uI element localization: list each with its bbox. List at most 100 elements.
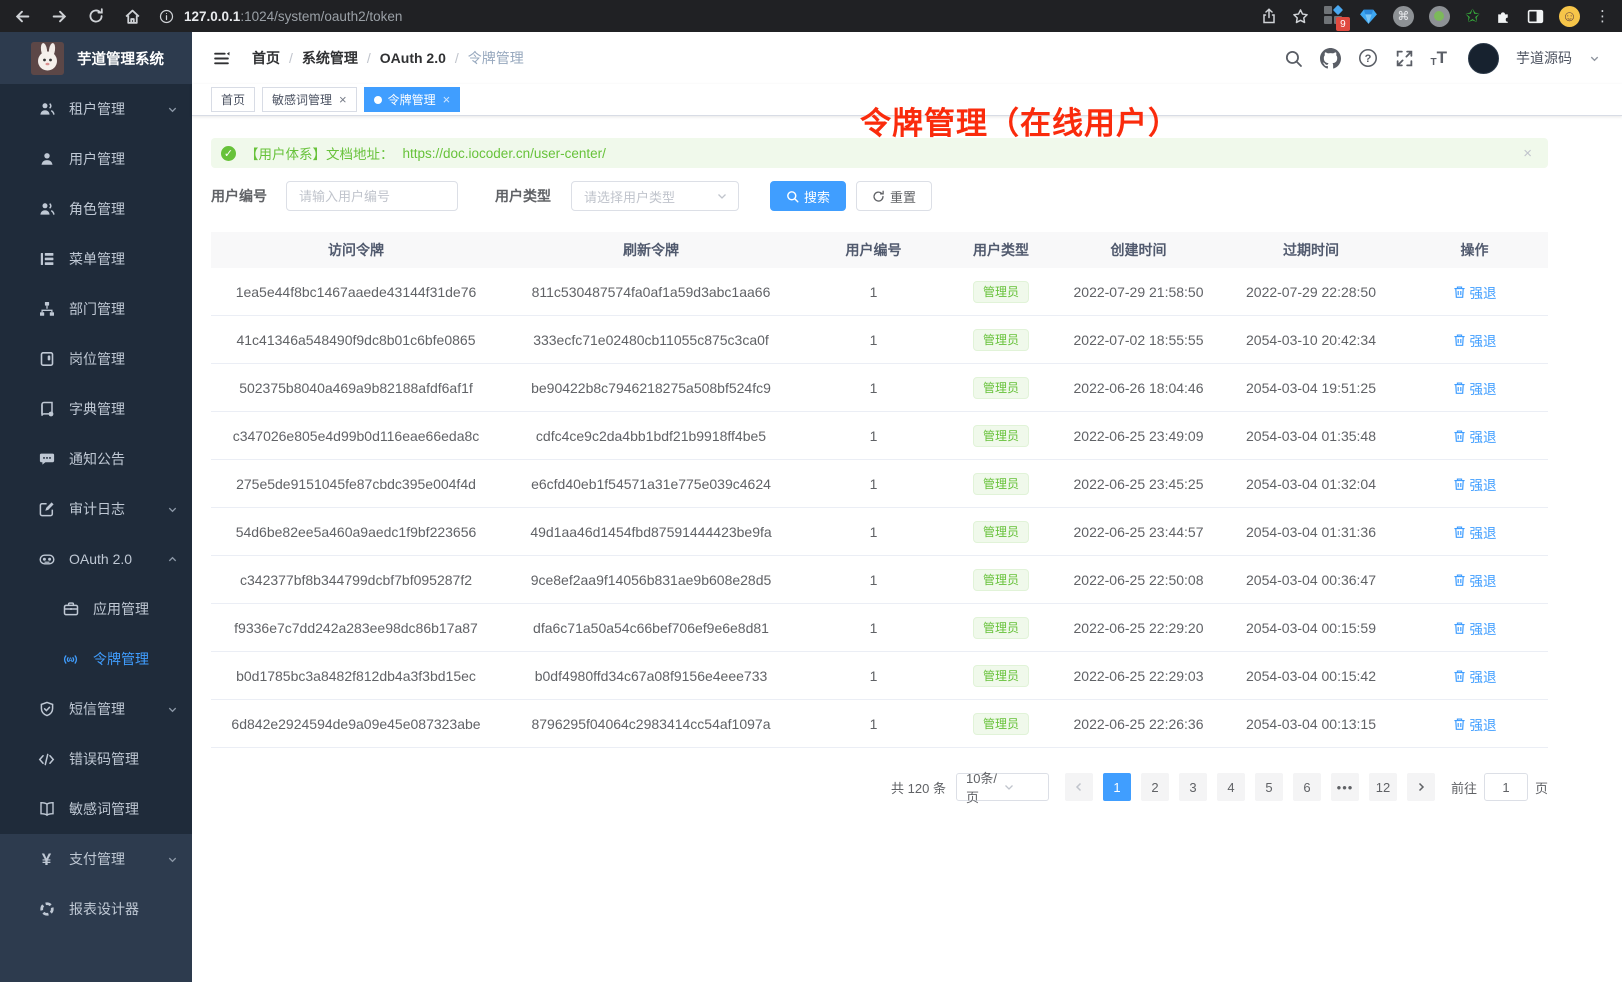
command-extension-icon[interactable]: ⌘	[1393, 6, 1414, 27]
bookmark-star-icon[interactable]	[1292, 8, 1309, 25]
page-button-6[interactable]: 6	[1293, 773, 1321, 801]
search-icon[interactable]	[1284, 49, 1303, 68]
column-header: 刷新令牌	[501, 240, 801, 260]
goto-page-input[interactable]	[1484, 773, 1528, 801]
user-type-select[interactable]: 请选择用户类型	[571, 181, 739, 211]
search-button[interactable]: 搜索	[770, 181, 846, 211]
cell-action: 强退	[1401, 378, 1548, 398]
extension-badge-count: 9	[1336, 17, 1350, 31]
force-logout-button[interactable]: 强退	[1453, 426, 1497, 446]
page-button-3[interactable]: 3	[1179, 773, 1207, 801]
sidebar-item-12[interactable]: A令牌管理	[0, 634, 192, 684]
sidebar-item-8[interactable]: 通知公告	[0, 434, 192, 484]
sidebar-item-11[interactable]: 应用管理	[0, 584, 192, 634]
sidebar-item-5[interactable]: 部门管理	[0, 284, 192, 334]
share-icon[interactable]	[1261, 8, 1277, 24]
help-icon[interactable]: ?	[1358, 48, 1378, 68]
sidebar-item-9[interactable]: 审计日志	[0, 484, 192, 534]
page-button-12[interactable]: 12	[1369, 773, 1397, 801]
close-icon[interactable]: ×	[339, 93, 347, 106]
extension-badge-icon[interactable]: 9	[1324, 6, 1344, 26]
force-logout-button[interactable]: 强退	[1453, 474, 1497, 494]
puzzle-extension-icon[interactable]	[1495, 8, 1512, 25]
sidebar-item-label: 错误码管理	[69, 749, 139, 769]
sidebar-item-15[interactable]: 敏感词管理	[0, 784, 192, 834]
cell-user-id: 1	[801, 476, 946, 492]
action-label: 强退	[1470, 330, 1497, 350]
forward-icon[interactable]	[51, 8, 68, 25]
star-extension-icon[interactable]: ✩	[1465, 7, 1480, 25]
sidebar-item-17[interactable]: 报表设计器	[0, 884, 192, 934]
tab-3[interactable]: 令牌管理 ×	[364, 87, 461, 112]
pagination: 共 120 条 10条/页 123456•••12 前往 页	[211, 773, 1548, 801]
gem-extension-icon[interactable]	[1359, 8, 1378, 25]
sidebar-item-2[interactable]: 用户管理	[0, 134, 192, 184]
fullscreen-icon[interactable]	[1395, 49, 1414, 68]
cell-action: 强退	[1401, 522, 1548, 542]
user-name[interactable]: 芋道源码	[1516, 48, 1572, 68]
tab-2[interactable]: 敏感词管理×	[262, 87, 357, 112]
sidebar-item-14[interactable]: 错误码管理	[0, 734, 192, 784]
page-button-5[interactable]: 5	[1255, 773, 1283, 801]
force-logout-button[interactable]: 强退	[1453, 282, 1497, 302]
user-avatar[interactable]	[1468, 43, 1499, 74]
breadcrumb-item[interactable]: 系统管理	[302, 48, 358, 68]
page-more-button[interactable]: •••	[1331, 773, 1359, 801]
site-info-icon[interactable]	[159, 9, 174, 24]
profile-avatar-icon[interactable]: ☺	[1559, 6, 1580, 27]
chevron-down-icon[interactable]	[1589, 53, 1600, 64]
page-button-1[interactable]: 1	[1103, 773, 1131, 801]
tab-1[interactable]: 首页	[211, 87, 255, 112]
github-icon[interactable]	[1320, 48, 1341, 69]
home-icon[interactable]	[124, 8, 141, 25]
logo-bar[interactable]: 芋道管理系统	[0, 32, 192, 84]
sidebar-item-4[interactable]: 菜单管理	[0, 234, 192, 284]
sidebar-item-1[interactable]: 租户管理	[0, 84, 192, 134]
open-book-icon	[37, 801, 56, 817]
back-icon[interactable]	[14, 8, 31, 25]
sidebar-item-label: 应用管理	[93, 599, 149, 619]
force-logout-button[interactable]: 强退	[1453, 666, 1497, 686]
sidebar-item-7[interactable]: 字典管理	[0, 384, 192, 434]
browser-menu-icon[interactable]: ⋮	[1595, 7, 1610, 25]
doc-link[interactable]: https://doc.iocoder.cn/user-center/	[403, 146, 606, 161]
page-button-2[interactable]: 2	[1141, 773, 1169, 801]
force-logout-button[interactable]: 强退	[1453, 330, 1497, 350]
sidebar-item-label: 敏感词管理	[69, 799, 139, 819]
url-bar[interactable]: 127.0.0.1:1024/system/oauth2/token	[159, 8, 1261, 24]
dot-extension-icon[interactable]	[1429, 6, 1450, 27]
page-size-select[interactable]: 10条/页	[956, 773, 1049, 801]
tab-label: 令牌管理	[388, 91, 436, 108]
total-count: 共 120 条	[891, 778, 946, 797]
breadcrumb-item[interactable]: 首页	[252, 48, 280, 68]
force-logout-button[interactable]: 强退	[1453, 378, 1497, 398]
force-logout-button[interactable]: 强退	[1453, 618, 1497, 638]
sidebar-item-16[interactable]: ¥支付管理	[0, 834, 192, 884]
page-button-4[interactable]: 4	[1217, 773, 1245, 801]
font-size-icon[interactable]: TT	[1431, 48, 1448, 68]
force-logout-button[interactable]: 强退	[1453, 522, 1497, 542]
sidebar-collapse-icon[interactable]	[213, 50, 230, 67]
cell-created-time: 2022-06-25 22:29:03	[1056, 668, 1221, 684]
user-id-input[interactable]	[286, 181, 458, 211]
force-logout-button[interactable]: 强退	[1453, 714, 1497, 734]
table-row: 502375b8040a469a9b82188afdf6af1fbe90422b…	[211, 364, 1548, 412]
close-icon[interactable]: ×	[1523, 145, 1532, 162]
close-icon[interactable]: ×	[443, 93, 451, 106]
cell-access-token: 502375b8040a469a9b82188afdf6af1f	[211, 380, 501, 396]
trash-icon	[1453, 669, 1466, 683]
cell-refresh-token: 8796295f04064c2983414cc54af1097a	[501, 716, 801, 732]
sidepanel-extension-icon[interactable]	[1527, 8, 1544, 25]
column-header: 访问令牌	[211, 240, 501, 260]
breadcrumb-item[interactable]: OAuth 2.0	[380, 50, 446, 66]
refresh-icon[interactable]	[88, 8, 104, 24]
sidebar-item-13[interactable]: 短信管理	[0, 684, 192, 734]
sidebar-item-6[interactable]: 岗位管理	[0, 334, 192, 384]
sidebar-item-10[interactable]: OAuth 2.0	[0, 534, 192, 584]
cell-expire-time: 2054-03-04 00:15:59	[1221, 620, 1401, 636]
prev-page-button[interactable]	[1065, 773, 1093, 801]
next-page-button[interactable]	[1407, 773, 1435, 801]
force-logout-button[interactable]: 强退	[1453, 570, 1497, 590]
reset-button[interactable]: 重置	[856, 181, 932, 211]
sidebar-item-3[interactable]: 角色管理	[0, 184, 192, 234]
